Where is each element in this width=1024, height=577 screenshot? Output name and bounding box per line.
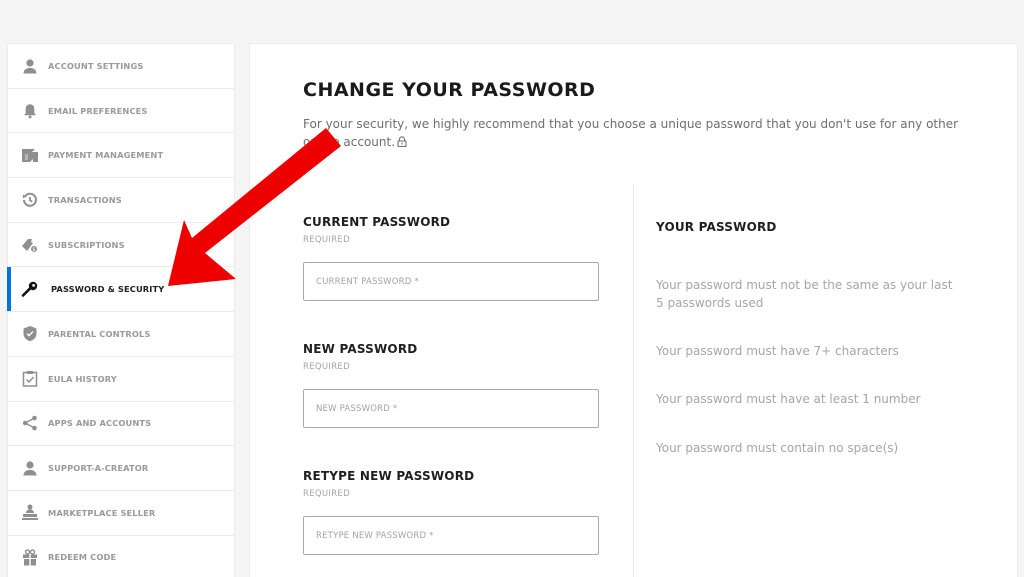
sidebar-item-label: PARENTAL CONTROLS xyxy=(48,328,151,339)
sidebar-item-eula-history[interactable]: EULA HISTORY xyxy=(8,357,234,402)
intro-text: For your security, we highly recommend t… xyxy=(303,115,973,152)
new-password-input[interactable] xyxy=(303,389,599,428)
person-icon xyxy=(21,57,39,75)
sidebar-item-label: SUBSCRIPTIONS xyxy=(48,239,125,250)
key-icon xyxy=(21,280,39,298)
retype-password-label: RETYPE NEW PASSWORD xyxy=(303,469,475,483)
sidebar-item-label: APPS AND ACCOUNTS xyxy=(48,418,152,429)
seller-icon xyxy=(21,504,39,522)
current-password-label: CURRENT PASSWORD xyxy=(303,215,451,229)
current-password-required: REQUIRED xyxy=(303,235,350,245)
history-icon xyxy=(21,191,39,209)
current-password-input[interactable] xyxy=(303,262,599,301)
share-icon xyxy=(21,414,39,432)
retype-password-required: REQUIRED xyxy=(303,489,350,499)
new-password-label: NEW PASSWORD xyxy=(303,342,418,356)
retype-password-input[interactable] xyxy=(303,516,599,555)
sidebar-item-label: ACCOUNT SETTINGS xyxy=(48,60,144,71)
password-rules: YOUR PASSWORD Your password must not be … xyxy=(656,220,956,455)
sidebar-item-label: PASSWORD & SECURITY xyxy=(51,284,165,295)
sidebar-item-label: REDEEM CODE xyxy=(48,552,117,563)
sidebar-item-payment-management[interactable]: PAYMENT MANAGEMENT xyxy=(8,133,234,179)
password-rule: Your password must have 7+ characters xyxy=(656,344,899,358)
sidebar-item-support-a-creator[interactable]: SUPPORT-A-CREATOR xyxy=(8,446,234,491)
wallet-icon xyxy=(21,146,39,164)
retype-password-group: RETYPE NEW PASSWORD REQUIRED xyxy=(303,469,599,555)
sidebar-item-transactions[interactable]: TRANSACTIONS xyxy=(8,178,234,223)
sidebar-item-label: MARKETPLACE SELLER xyxy=(48,507,156,518)
shield-icon xyxy=(21,325,39,343)
new-password-required: REQUIRED xyxy=(303,362,350,372)
page-title: CHANGE YOUR PASSWORD xyxy=(303,79,596,101)
clipboard-check-icon xyxy=(21,370,39,388)
current-password-group: CURRENT PASSWORD REQUIRED xyxy=(303,215,599,301)
svg-text:$: $ xyxy=(32,247,35,253)
new-password-group: NEW PASSWORD REQUIRED xyxy=(303,342,599,428)
password-rule: Your password must contain no space(s) xyxy=(656,441,899,455)
sidebar-item-label: PAYMENT MANAGEMENT xyxy=(48,150,164,161)
sidebar-item-label: EULA HISTORY xyxy=(48,373,117,384)
sidebar-item-subscriptions[interactable]: $ SUBSCRIPTIONS xyxy=(8,223,234,268)
sidebar-item-label: SUPPORT-A-CREATOR xyxy=(48,463,149,474)
person-icon xyxy=(21,459,39,477)
sidebar-item-label: EMAIL PREFERENCES xyxy=(48,105,148,116)
account-sidebar: ACCOUNT SETTINGS EMAIL PREFERENCES PAYME… xyxy=(7,43,235,577)
password-rule: Your password must not be the same as yo… xyxy=(656,278,953,310)
change-password-panel: CHANGE YOUR PASSWORD For your security, … xyxy=(249,43,1018,577)
bell-icon xyxy=(21,102,39,120)
sidebar-item-account-settings[interactable]: ACCOUNT SETTINGS xyxy=(8,44,234,89)
sidebar-item-marketplace-seller[interactable]: MARKETPLACE SELLER xyxy=(8,491,234,536)
lock-icon xyxy=(397,134,407,152)
gift-icon xyxy=(21,548,39,566)
password-rules-title: YOUR PASSWORD xyxy=(656,220,777,234)
sidebar-item-label: TRANSACTIONS xyxy=(48,194,122,205)
subscription-icon: $ xyxy=(21,236,39,254)
password-rule: Your password must have at least 1 numbe… xyxy=(656,392,921,406)
sidebar-item-email-preferences[interactable]: EMAIL PREFERENCES xyxy=(8,89,234,134)
column-divider xyxy=(633,184,634,577)
sidebar-item-redeem-code[interactable]: REDEEM CODE xyxy=(8,536,234,577)
sidebar-item-password-security[interactable]: PASSWORD & SECURITY xyxy=(7,267,234,313)
sidebar-item-parental-controls[interactable]: PARENTAL CONTROLS xyxy=(8,312,234,357)
sidebar-item-apps-and-accounts[interactable]: APPS AND ACCOUNTS xyxy=(8,402,234,447)
